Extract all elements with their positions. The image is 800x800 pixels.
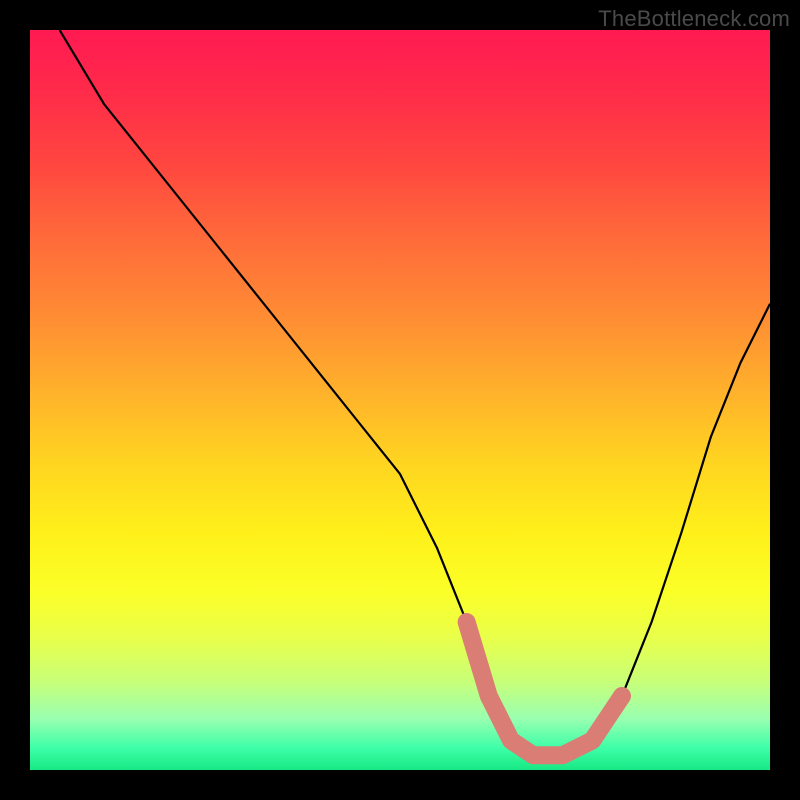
optimal-zone-highlight [467, 622, 622, 755]
gradient-plot-area [30, 30, 770, 770]
bottleneck-curve [60, 30, 770, 755]
chart-svg [30, 30, 770, 770]
watermark-text: TheBottleneck.com [598, 6, 790, 32]
